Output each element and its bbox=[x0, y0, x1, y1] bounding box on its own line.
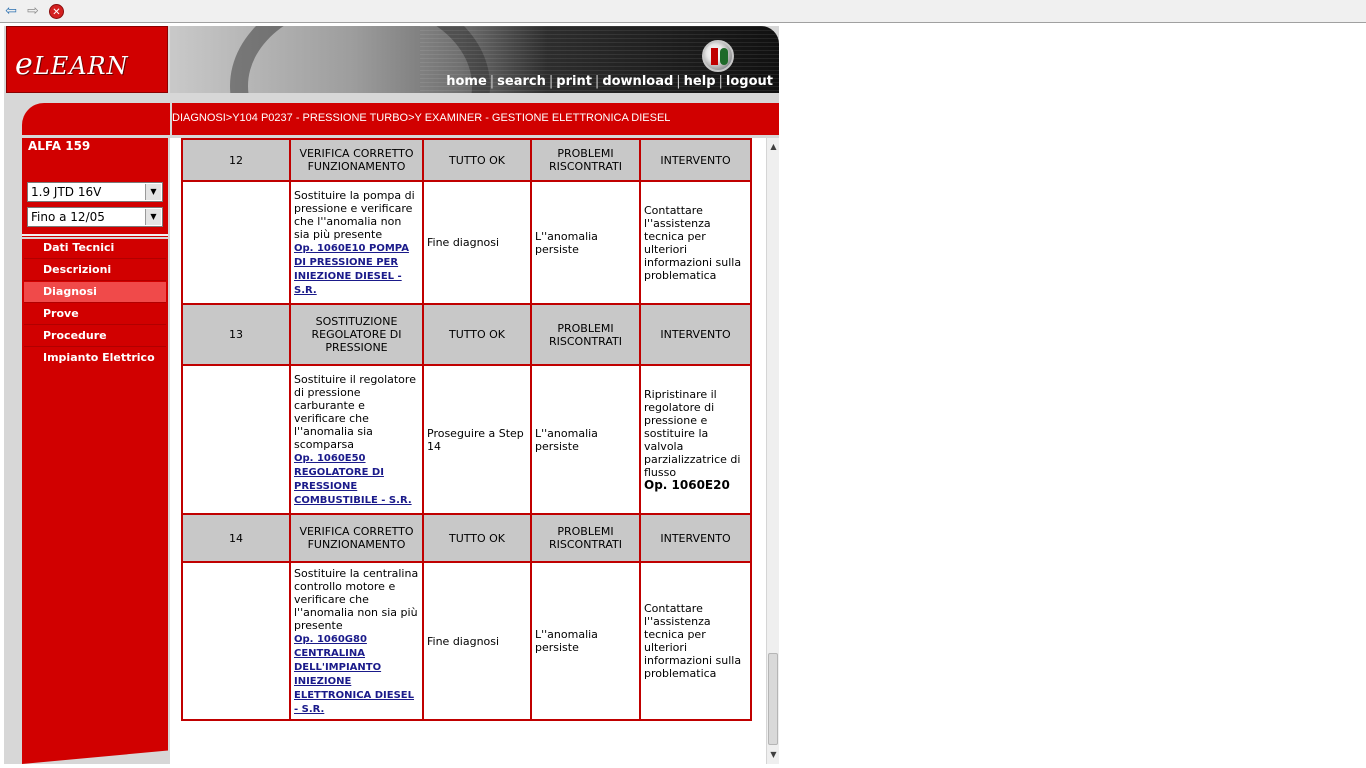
breadcrumb-bar: DIAGNOSI>Y104 P0237 - PRESSIONE TURBO>Y … bbox=[22, 103, 779, 135]
step-description-cell: Sostituire la pompa di pressione e verif… bbox=[289, 180, 424, 305]
nav-separator: | bbox=[594, 74, 600, 89]
period-select-value: Fino a 12/05 bbox=[31, 210, 105, 224]
nav-help-link[interactable]: help bbox=[684, 74, 716, 89]
action-text: Contattare l''assistenza tecnica per ult… bbox=[644, 203, 742, 282]
table-row: 12 VERIFICA CORRETTO FUNZIONAMENTO TUTTO… bbox=[181, 138, 752, 182]
action-text: Contattare l''assistenza tecnica per ult… bbox=[644, 602, 742, 680]
sidebar: ALFA 159 1.9 JTD 16V ▼ Fino a 12/05 ▼ Da… bbox=[22, 138, 168, 748]
sidebar-item-descrizioni[interactable]: Descrizioni bbox=[24, 260, 166, 281]
step-description: Sostituire la pompa di pressione e verif… bbox=[294, 188, 415, 241]
empty-cell bbox=[181, 364, 291, 515]
op-link[interactable]: Op. 1060E50 REGOLATORE DI PRESSIONE COMB… bbox=[294, 453, 412, 506]
content-panel: 12 VERIFICA CORRETTO FUNZIONAMENTO TUTTO… bbox=[170, 138, 779, 764]
action-text: Ripristinare il regolatore di pressione … bbox=[644, 387, 741, 479]
nav-separator: | bbox=[548, 74, 554, 89]
sidebar-item-procedure[interactable]: Procedure bbox=[24, 326, 166, 347]
breadcrumb: DIAGNOSI>Y104 P0237 - PRESSIONE TURBO>Y … bbox=[172, 112, 671, 124]
back-arrow-icon[interactable]: ⇦ bbox=[3, 3, 19, 19]
top-nav: home | search | print | download | help | logout bbox=[446, 74, 773, 89]
problem-result: L''anomalia persiste bbox=[530, 561, 641, 721]
step-description: Sostituire la centralina controllo motor… bbox=[294, 566, 419, 632]
logo-text: eLEARN bbox=[15, 47, 129, 82]
action-cell: Ripristinare il regolatore di pressione … bbox=[639, 364, 752, 515]
elearn-logo[interactable]: eLEARN bbox=[6, 26, 168, 93]
header-divider bbox=[4, 93, 779, 103]
logo-e: e bbox=[15, 47, 34, 82]
table-row: 14 VERIFICA CORRETTO FUNZIONAMENTO TUTTO… bbox=[181, 513, 752, 563]
engine-select-value: 1.9 JTD 16V bbox=[31, 185, 102, 199]
action-header: INTERVENTO bbox=[639, 303, 752, 366]
sidebar-item-dati-tecnici[interactable]: Dati Tecnici bbox=[24, 238, 166, 259]
period-select[interactable]: Fino a 12/05 ▼ bbox=[27, 207, 163, 227]
action-cell: Contattare l''assistenza tecnica per ult… bbox=[639, 180, 752, 305]
ok-result: Fine diagnosi bbox=[422, 561, 532, 721]
nav-separator: | bbox=[489, 74, 495, 89]
nav-separator: | bbox=[718, 74, 723, 89]
diagnosis-steps: 12 VERIFICA CORRETTO FUNZIONAMENTO TUTTO… bbox=[181, 138, 752, 721]
step-title: SOSTITUZIONE REGOLATORE DI PRESSIONE bbox=[289, 303, 424, 366]
nav-download-link[interactable]: download bbox=[602, 74, 673, 89]
problem-header: PROBLEMI RISCONTRATI bbox=[530, 303, 641, 366]
ok-result: Proseguire a Step 14 bbox=[422, 364, 532, 515]
step-description-cell: Sostituire la centralina controllo motor… bbox=[289, 561, 424, 721]
step-number: 12 bbox=[181, 138, 291, 182]
nav-search-link[interactable]: search bbox=[497, 74, 546, 89]
table-row: Sostituire la centralina controllo motor… bbox=[181, 561, 752, 721]
step-number: 14 bbox=[181, 513, 291, 563]
stop-icon[interactable]: ✕ bbox=[49, 4, 64, 19]
op-link[interactable]: Op. 1060G80 CENTRALINA DELL'IMPIANTO INI… bbox=[294, 634, 414, 715]
action-op-code: Op. 1060E20 bbox=[644, 477, 730, 492]
problem-result: L''anomalia persiste bbox=[530, 364, 641, 515]
diagnosis-table: 12 VERIFICA CORRETTO FUNZIONAMENTO TUTTO… bbox=[181, 138, 752, 721]
elearn-app: eLEARN home | search | print | download | help | l… bbox=[4, 26, 779, 764]
step-description: Sostituire il regolatore di pressione ca… bbox=[294, 372, 416, 451]
table-row: Sostituire la pompa di pressione e verif… bbox=[181, 180, 752, 305]
sidebar-item-prove[interactable]: Prove bbox=[24, 304, 166, 325]
ok-header: TUTTO OK bbox=[422, 303, 532, 366]
badge-cross bbox=[711, 48, 718, 65]
scroll-thumb[interactable] bbox=[768, 653, 778, 745]
sidebar-item-diagnosi[interactable]: Diagnosi bbox=[24, 282, 166, 303]
scroll-down-icon[interactable]: ▼ bbox=[768, 750, 779, 762]
empty-cell bbox=[181, 561, 291, 721]
chevron-down-icon[interactable]: ▼ bbox=[145, 184, 161, 200]
badge-serpent bbox=[720, 48, 728, 65]
table-row: Sostituire il regolatore di pressione ca… bbox=[181, 364, 752, 515]
step-title: VERIFICA CORRETTO FUNZIONAMENTO bbox=[289, 513, 424, 563]
problem-result: L''anomalia persiste bbox=[530, 180, 641, 305]
scroll-up-icon[interactable]: ▲ bbox=[768, 142, 779, 154]
op-link[interactable]: Op. 1060E10 POMPA DI PRESSIONE PER INIEZ… bbox=[294, 243, 409, 296]
action-header: INTERVENTO bbox=[639, 138, 752, 182]
empty-cell bbox=[181, 180, 291, 305]
nav-separator: | bbox=[676, 74, 681, 89]
chevron-down-icon[interactable]: ▼ bbox=[145, 209, 161, 225]
vertical-scrollbar[interactable]: ▲ ▼ bbox=[766, 138, 779, 764]
problem-header: PROBLEMI RISCONTRATI bbox=[530, 513, 641, 563]
ok-result: Fine diagnosi bbox=[422, 180, 532, 305]
browser-toolbar: ⇦ ⇨ ✕ bbox=[0, 0, 1366, 23]
table-row: 13 SOSTITUZIONE REGOLATORE DI PRESSIONE … bbox=[181, 303, 752, 366]
forward-arrow-icon[interactable]: ⇨ bbox=[25, 3, 41, 19]
ok-header: TUTTO OK bbox=[422, 513, 532, 563]
action-header: INTERVENTO bbox=[639, 513, 752, 563]
nav-print-link[interactable]: print bbox=[556, 74, 592, 89]
nav-home-link[interactable]: home bbox=[446, 74, 487, 89]
step-title: VERIFICA CORRETTO FUNZIONAMENTO bbox=[289, 138, 424, 182]
step-description-cell: Sostituire il regolatore di pressione ca… bbox=[289, 364, 424, 515]
header-banner: home | search | print | download | help | logout bbox=[170, 26, 779, 93]
engine-select[interactable]: 1.9 JTD 16V ▼ bbox=[27, 182, 163, 202]
action-cell: Contattare l''assistenza tecnica per ult… bbox=[639, 561, 752, 721]
sidebar-separator bbox=[22, 234, 168, 236]
problem-header: PROBLEMI RISCONTRATI bbox=[530, 138, 641, 182]
step-number: 13 bbox=[181, 303, 291, 366]
sidebar-footer bbox=[22, 746, 168, 764]
sidebar-item-impianto-elettrico[interactable]: Impianto Elettrico bbox=[24, 348, 166, 369]
nav-logout-link[interactable]: logout bbox=[726, 74, 773, 89]
logo-rest: LEARN bbox=[33, 52, 129, 80]
ok-header: TUTTO OK bbox=[422, 138, 532, 182]
alfa-romeo-badge-icon bbox=[702, 40, 734, 72]
vehicle-model-title: ALFA 159 bbox=[28, 139, 91, 153]
